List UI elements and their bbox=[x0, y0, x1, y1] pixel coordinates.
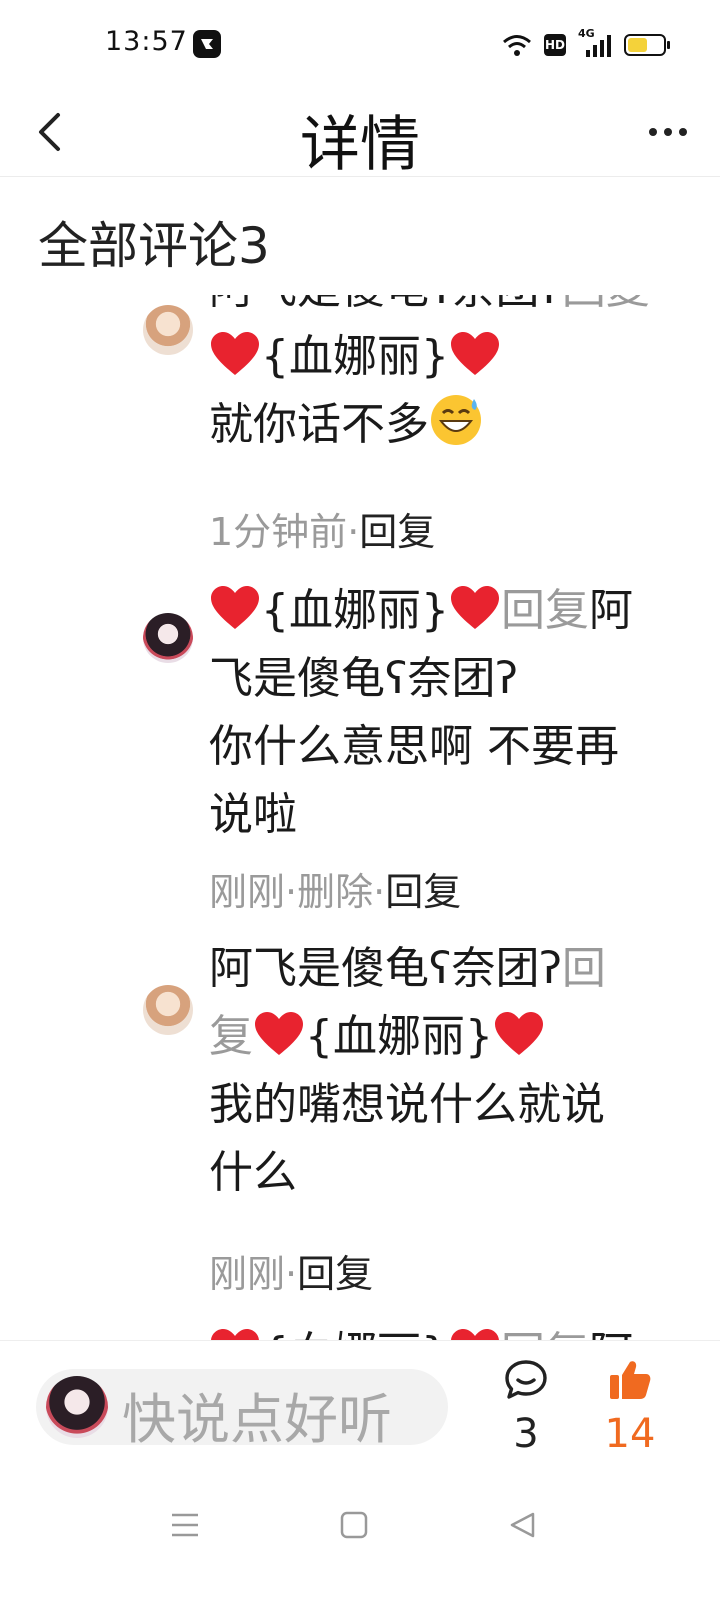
avatar bbox=[46, 1376, 108, 1438]
comment-body: 什么 bbox=[209, 1147, 297, 1198]
reply-target[interactable]: 飞是傻龟ʕ奈团ʔ bbox=[209, 653, 518, 704]
system-nav-bar bbox=[0, 1480, 720, 1600]
heart-emoji bbox=[209, 585, 261, 636]
grin-sweat-emoji bbox=[429, 395, 483, 450]
comment-content: 阿飞是傻龟ʕ奈团ʔ回 复 {血娜丽} 我的嘴想说什么就说 什么 bbox=[209, 935, 669, 1207]
wifi-icon bbox=[503, 35, 531, 56]
reply-target[interactable]: {血娜丽} bbox=[305, 1011, 493, 1062]
comment-time: 1分钟前 bbox=[209, 510, 348, 554]
home-nav-button[interactable] bbox=[329, 1502, 379, 1548]
reply-word: 回复 bbox=[562, 295, 650, 314]
avatar[interactable] bbox=[143, 305, 193, 355]
status-time: 13:57 bbox=[105, 26, 188, 57]
reply-button[interactable]: 回复 bbox=[385, 870, 461, 914]
menu-nav-button[interactable] bbox=[160, 1502, 210, 1548]
more-icon bbox=[649, 128, 657, 136]
back-nav-icon bbox=[510, 1512, 535, 1538]
status-bar: 13:57 HD 4G bbox=[0, 0, 720, 88]
comment-icon bbox=[505, 1360, 547, 1399]
comment-meta: 刚刚·回复 bbox=[209, 1252, 374, 1296]
signal-icon: 4G bbox=[578, 27, 612, 57]
bottom-action-bar: 快说点好听 3 14 bbox=[0, 1340, 720, 1481]
avatar[interactable] bbox=[143, 613, 193, 663]
like-button[interactable]: 14 bbox=[600, 1359, 660, 1457]
comment-button[interactable]: 3 bbox=[498, 1359, 554, 1457]
reply-target[interactable]: {血娜丽} bbox=[261, 331, 449, 382]
comment-author[interactable]: {血娜丽} bbox=[261, 585, 449, 636]
comment-body: 说啦 bbox=[209, 789, 297, 840]
menu-nav-icon bbox=[172, 1513, 198, 1537]
heart-emoji bbox=[449, 331, 501, 382]
heart-emoji bbox=[209, 331, 261, 382]
comment-author[interactable]: 阿飞是傻龟ʕ奈团ʔ bbox=[209, 295, 562, 314]
back-nav-button[interactable] bbox=[497, 1502, 547, 1548]
comments-list[interactable]: 阿飞是傻龟ʕ奈团ʔ回复 {血娜丽} 就你话不多 1分钟前·回复 {血娜丽}回复阿… bbox=[0, 295, 720, 1340]
avatar[interactable] bbox=[143, 985, 193, 1035]
heart-emoji bbox=[449, 1328, 501, 1340]
reply-target[interactable]: 阿 bbox=[589, 585, 633, 636]
comment-input[interactable]: 快说点好听 bbox=[36, 1369, 448, 1451]
comment-body: 我的嘴想说什么就说 bbox=[209, 1079, 605, 1130]
reply-button[interactable]: 回复 bbox=[297, 1252, 373, 1296]
heart-emoji bbox=[449, 585, 501, 636]
comments-section-title: 全部评论3 bbox=[38, 217, 270, 275]
like-count: 14 bbox=[604, 1411, 656, 1457]
heart-emoji bbox=[493, 1011, 545, 1062]
delete-button[interactable]: 删除 bbox=[297, 870, 373, 914]
comment-author[interactable]: {血娜丽} bbox=[261, 1328, 449, 1340]
comment-time: 刚刚 bbox=[209, 870, 286, 914]
thumbs-up-icon bbox=[610, 1361, 651, 1399]
more-options-button[interactable] bbox=[640, 108, 696, 156]
hd-icon: HD bbox=[544, 34, 566, 56]
reply-target[interactable]: 阿 bbox=[589, 1328, 633, 1340]
home-nav-icon bbox=[340, 1511, 368, 1539]
battery-icon bbox=[624, 34, 670, 56]
page-title: 详情 bbox=[300, 110, 420, 180]
comment-body: 就你话不多 bbox=[209, 399, 429, 450]
comment-count: 3 bbox=[513, 1411, 539, 1457]
comment-time: 刚刚 bbox=[209, 1252, 286, 1296]
reply-word: 回复 bbox=[501, 1328, 589, 1340]
network-label: 4G bbox=[578, 27, 595, 40]
comment-content: {血娜丽} 回复阿 飞是傻龟ʕ奈团ʔ 你什么意思啊 不要再 说啦 bbox=[209, 577, 669, 849]
comment-meta: 刚刚·删除·回复 bbox=[209, 870, 462, 914]
reply-button[interactable]: 回复 bbox=[359, 510, 435, 554]
status-icons: HD 4G bbox=[502, 27, 670, 60]
reply-word: 回 bbox=[561, 943, 606, 994]
comment-body: 你什么意思啊 不要再 bbox=[209, 721, 619, 772]
comment-author[interactable]: 阿飞是傻龟ʕ奈团ʔ bbox=[209, 943, 562, 994]
comment-meta: 1分钟前·回复 bbox=[209, 510, 436, 554]
heart-emoji bbox=[209, 1328, 261, 1340]
reply-word: 回复 bbox=[501, 585, 589, 636]
top-nav-bar: 详情 bbox=[0, 88, 720, 180]
heart-emoji bbox=[253, 1011, 305, 1062]
reply-word: 复 bbox=[209, 1011, 253, 1062]
comment-content: {血娜丽} 回复阿 bbox=[209, 1320, 669, 1340]
comment-content: 阿飞是傻龟ʕ奈团ʔ回复 {血娜丽} 就你话不多 bbox=[209, 295, 669, 459]
comment-input-placeholder: 快说点好听 bbox=[122, 1388, 392, 1451]
app-notification-icon bbox=[193, 30, 221, 58]
